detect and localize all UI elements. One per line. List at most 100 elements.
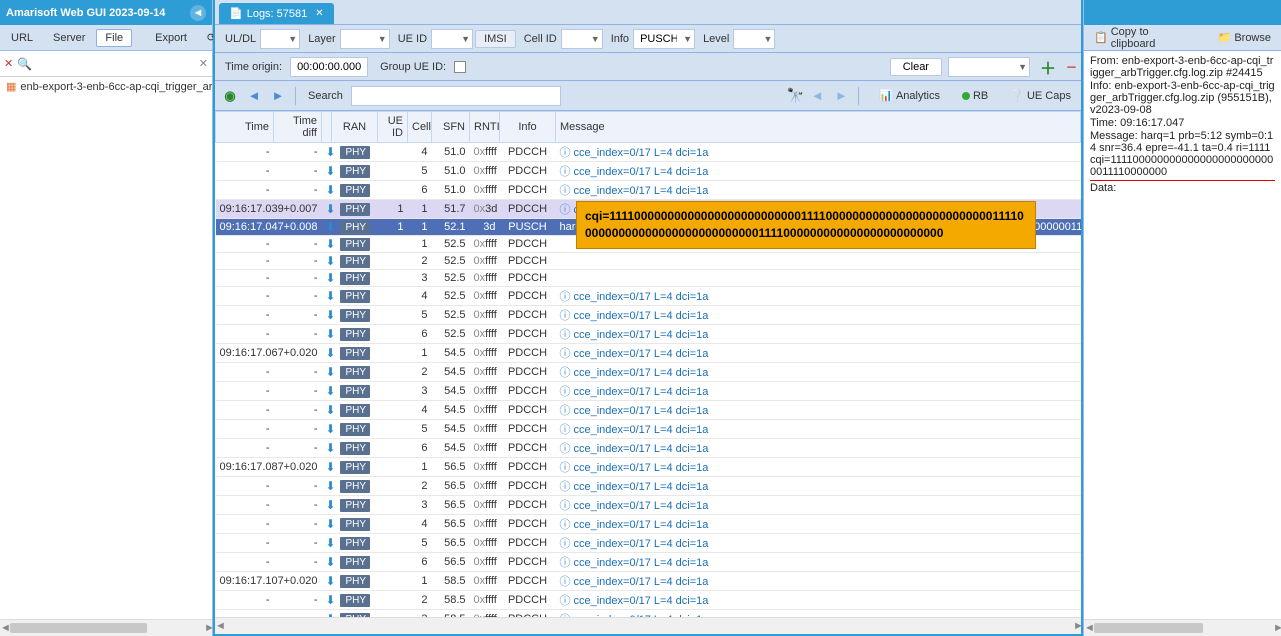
info-combo-input[interactable]	[638, 32, 679, 46]
info-combo[interactable]: ▼	[633, 29, 695, 49]
export-button[interactable]: Export	[146, 29, 196, 47]
table-row[interactable]: --⬇PHY552.50xffffPDCCHⓘcce_index=0/17 L=…	[216, 306, 1081, 325]
app-title-bar: Amarisoft Web GUI 2023-09-14 ◄	[0, 0, 212, 25]
analytics-button[interactable]: 📊Analytics	[873, 87, 946, 104]
clear-button[interactable]: Clear	[890, 58, 942, 76]
phy-badge: PHY	[340, 480, 370, 493]
col-msg[interactable]: Message	[556, 112, 1081, 143]
search-prev-icon[interactable]: ◄	[806, 85, 828, 107]
close-tab-icon[interactable]: ✕	[315, 8, 323, 19]
file-button[interactable]: File	[96, 29, 132, 47]
log-grid[interactable]: Time Time diff RAN UE ID Cell SFN RNTI I…	[215, 111, 1081, 617]
rb-button[interactable]: RB	[956, 88, 994, 104]
phy-badge: PHY	[340, 347, 370, 360]
direction-down-icon: ⬇	[326, 574, 336, 588]
left-hscroll[interactable]: ◄ ►	[0, 619, 212, 636]
col-ran[interactable]: RAN	[332, 112, 378, 143]
start-icon[interactable]: ◉	[219, 85, 241, 107]
clear-search-icon[interactable]: ✕	[199, 57, 208, 70]
detail-data: Data:	[1090, 182, 1275, 194]
group-ueid-checkbox[interactable]	[454, 61, 466, 73]
server-button[interactable]: Server	[44, 29, 94, 47]
table-row[interactable]: --⬇PHY354.50xffffPDCCHⓘcce_index=0/17 L=…	[216, 382, 1081, 401]
table-row[interactable]: --⬇PHY654.50xffffPDCCHⓘcce_index=0/17 L=…	[216, 439, 1081, 458]
phy-badge: PHY	[340, 366, 370, 379]
imsi-button[interactable]: IMSI	[475, 30, 516, 48]
center-hscroll[interactable]: ◄ ►	[215, 617, 1081, 634]
table-row[interactable]: --⬇PHY652.50xffffPDCCHⓘcce_index=0/17 L=…	[216, 325, 1081, 344]
action-bar: ◉ ◄ ► Search 🔭 ◄ ► 📊Analytics RB ❔UE Cap…	[215, 81, 1081, 111]
table-row[interactable]: --⬇PHY256.50xffffPDCCHⓘcce_index=0/17 L=…	[216, 477, 1081, 496]
table-row[interactable]: 09:16:17.067+0.020⬇PHY154.50xffffPDCCHⓘc…	[216, 344, 1081, 363]
tree-search-input[interactable]	[36, 57, 195, 71]
direction-down-icon: ⬇	[326, 289, 336, 303]
col-ueid[interactable]: UE ID	[378, 112, 408, 143]
browse-button[interactable]: 📁Browse	[1212, 29, 1277, 46]
table-row[interactable]: --⬇PHY551.00xffffPDCCHⓘcce_index=0/17 L=…	[216, 162, 1081, 181]
table-row[interactable]: --⬇PHY556.50xffffPDCCHⓘcce_index=0/17 L=…	[216, 534, 1081, 553]
direction-down-icon: ⬇	[326, 145, 336, 159]
phy-badge: PHY	[340, 575, 370, 588]
uldl-label: UL/DL	[225, 33, 256, 45]
table-row[interactable]: --⬇PHY651.00xffffPDCCHⓘcce_index=0/17 L=…	[216, 181, 1081, 200]
uldl-combo[interactable]: ▼	[260, 29, 300, 49]
table-row[interactable]: --⬇PHY452.50xffffPDCCHⓘcce_index=0/17 L=…	[216, 287, 1081, 306]
phy-badge: PHY	[340, 518, 370, 531]
tab-logs[interactable]: 📄 Logs: 57581 ✕	[219, 3, 334, 24]
phy-badge: PHY	[340, 613, 370, 618]
right-hscroll[interactable]: ◄ ►	[1084, 619, 1281, 636]
layer-combo[interactable]: ▼	[340, 29, 390, 49]
col-sfn[interactable]: SFN	[432, 112, 470, 143]
table-row[interactable]: --⬇PHY258.50xffffPDCCHⓘcce_index=0/17 L=…	[216, 591, 1081, 610]
file-icon: ▦	[6, 80, 16, 93]
cellid-combo[interactable]: ▼	[561, 29, 603, 49]
binoculars-icon[interactable]: 🔭	[787, 87, 804, 104]
table-row[interactable]: --⬇PHY254.50xffffPDCCHⓘcce_index=0/17 L=…	[216, 363, 1081, 382]
ueid-combo[interactable]: ▼	[431, 29, 473, 49]
direction-down-icon: ⬇	[326, 346, 336, 360]
filter-bar: UL/DL ▼ Layer ▼ UE ID ▼ IMSI Cell ID ▼ I…	[215, 25, 1081, 53]
col-tdiff[interactable]: Time diff	[274, 112, 322, 143]
url-button[interactable]: URL	[2, 29, 42, 47]
table-row[interactable]: --⬇PHY456.50xffffPDCCHⓘcce_index=0/17 L=…	[216, 515, 1081, 534]
uecaps-button[interactable]: ❔UE Caps	[1004, 87, 1077, 104]
time-origin-input[interactable]	[290, 57, 368, 77]
phy-badge: PHY	[340, 594, 370, 607]
add-filter-icon[interactable]: ＋	[1040, 55, 1056, 79]
table-row[interactable]: --⬇PHY554.50xffffPDCCHⓘcce_index=0/17 L=…	[216, 420, 1081, 439]
phy-badge: PHY	[340, 442, 370, 455]
direction-down-icon: ⬇	[326, 555, 336, 569]
filter-preset-combo[interactable]: ▼	[948, 57, 1030, 77]
table-row[interactable]: 09:16:17.087+0.020⬇PHY156.50xffffPDCCHⓘc…	[216, 458, 1081, 477]
table-row[interactable]: --⬇PHY451.00xffffPDCCHⓘcce_index=0/17 L=…	[216, 143, 1081, 162]
col-time[interactable]: Time	[216, 112, 274, 143]
direction-down-icon: ⬇	[326, 183, 336, 197]
nav-next-icon[interactable]: ►	[267, 85, 289, 107]
phy-badge: PHY	[340, 146, 370, 159]
grid-search-input[interactable]	[351, 86, 561, 106]
table-row[interactable]: --⬇PHY352.50xffffPDCCH	[216, 270, 1081, 287]
col-rnti[interactable]: RNTI	[470, 112, 500, 143]
table-row[interactable]: --⬇PHY252.50xffffPDCCH	[216, 253, 1081, 270]
phy-badge: PHY	[340, 423, 370, 436]
remove-icon[interactable]: ✕	[4, 57, 13, 70]
col-info[interactable]: Info	[500, 112, 556, 143]
nav-prev-icon[interactable]: ◄	[243, 85, 265, 107]
phy-badge: PHY	[340, 290, 370, 303]
direction-down-icon: ⬇	[326, 593, 336, 607]
layer-label: Layer	[308, 33, 336, 45]
level-combo[interactable]: ▼	[733, 29, 775, 49]
table-row[interactable]: 09:16:17.107+0.020⬇PHY158.50xffffPDCCHⓘc…	[216, 572, 1081, 591]
search-next-icon[interactable]: ►	[830, 85, 852, 107]
table-row[interactable]: --⬇PHY358.50xffffPDCCHⓘcce_index=0/17 L=…	[216, 610, 1081, 618]
table-row[interactable]: --⬇PHY356.50xffffPDCCHⓘcce_index=0/17 L=…	[216, 496, 1081, 515]
remove-filter-icon[interactable]: －	[1066, 59, 1077, 75]
table-row[interactable]: --⬇PHY656.50xffffPDCCHⓘcce_index=0/17 L=…	[216, 553, 1081, 572]
clipboard-icon: 📋	[1094, 31, 1108, 44]
copy-clipboard-button[interactable]: 📋Copy to clipboard	[1088, 24, 1196, 52]
collapse-sidebar-button[interactable]: ◄	[190, 5, 206, 21]
col-cell[interactable]: Cell	[408, 112, 432, 143]
tree-file-item[interactable]: ▦ enb-export-3-enb-6cc-ap-cqi_trigger_ar…	[0, 77, 212, 96]
table-row[interactable]: --⬇PHY454.50xffffPDCCHⓘcce_index=0/17 L=…	[216, 401, 1081, 420]
ueid-label: UE ID	[398, 33, 427, 45]
